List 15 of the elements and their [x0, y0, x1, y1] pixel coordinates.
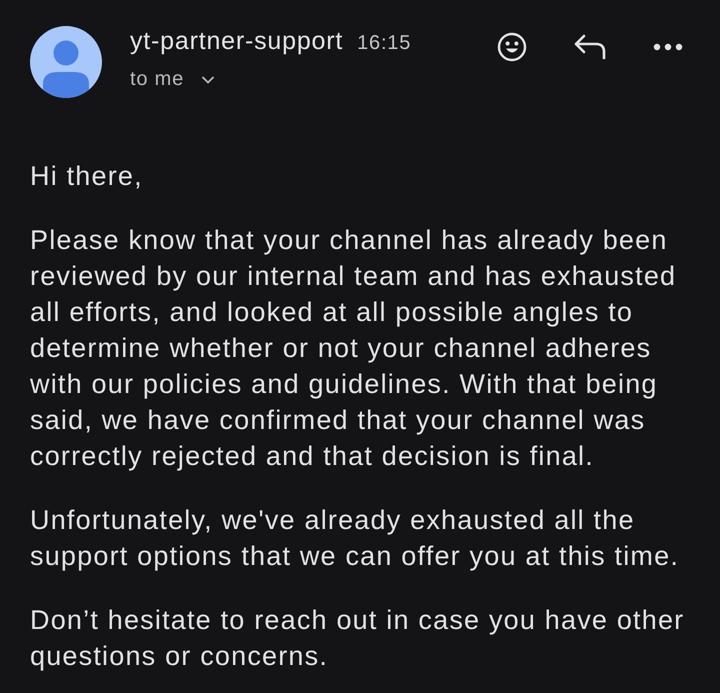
- sender-name: yt-partner-support: [130, 27, 344, 56]
- message-paragraph: Please know that your channel has already been reviewed by our internal team and has exhausted all efforts, and looked at all possible angles to determine whether or not your channel adheres with our policies and guidelines. With that being said, we have confirmed that your channel was correctly rejected and that decision is final.: [30, 224, 676, 473]
- more-dots-icon: [653, 43, 683, 51]
- reply-arrow-icon: [574, 34, 606, 60]
- avatar-icon: [30, 26, 102, 98]
- emoji-reaction-button[interactable]: [497, 32, 527, 62]
- smiley-icon: [497, 32, 527, 62]
- message-paragraph: Unfortunately, we've already exhausted all the support options that we can offer you at this time.: [30, 504, 680, 573]
- reply-button[interactable]: [574, 34, 606, 60]
- chevron-down-icon: [202, 76, 214, 84]
- recipient-details-toggle[interactable]: to me: [130, 68, 214, 91]
- message-paragraph: Don’t hesitate to reach out in case you have other questions or concerns.: [30, 604, 684, 673]
- message-time: 16:15: [357, 32, 412, 55]
- message-paragraph: Hi there,: [30, 160, 143, 193]
- more-options-button[interactable]: [653, 43, 683, 51]
